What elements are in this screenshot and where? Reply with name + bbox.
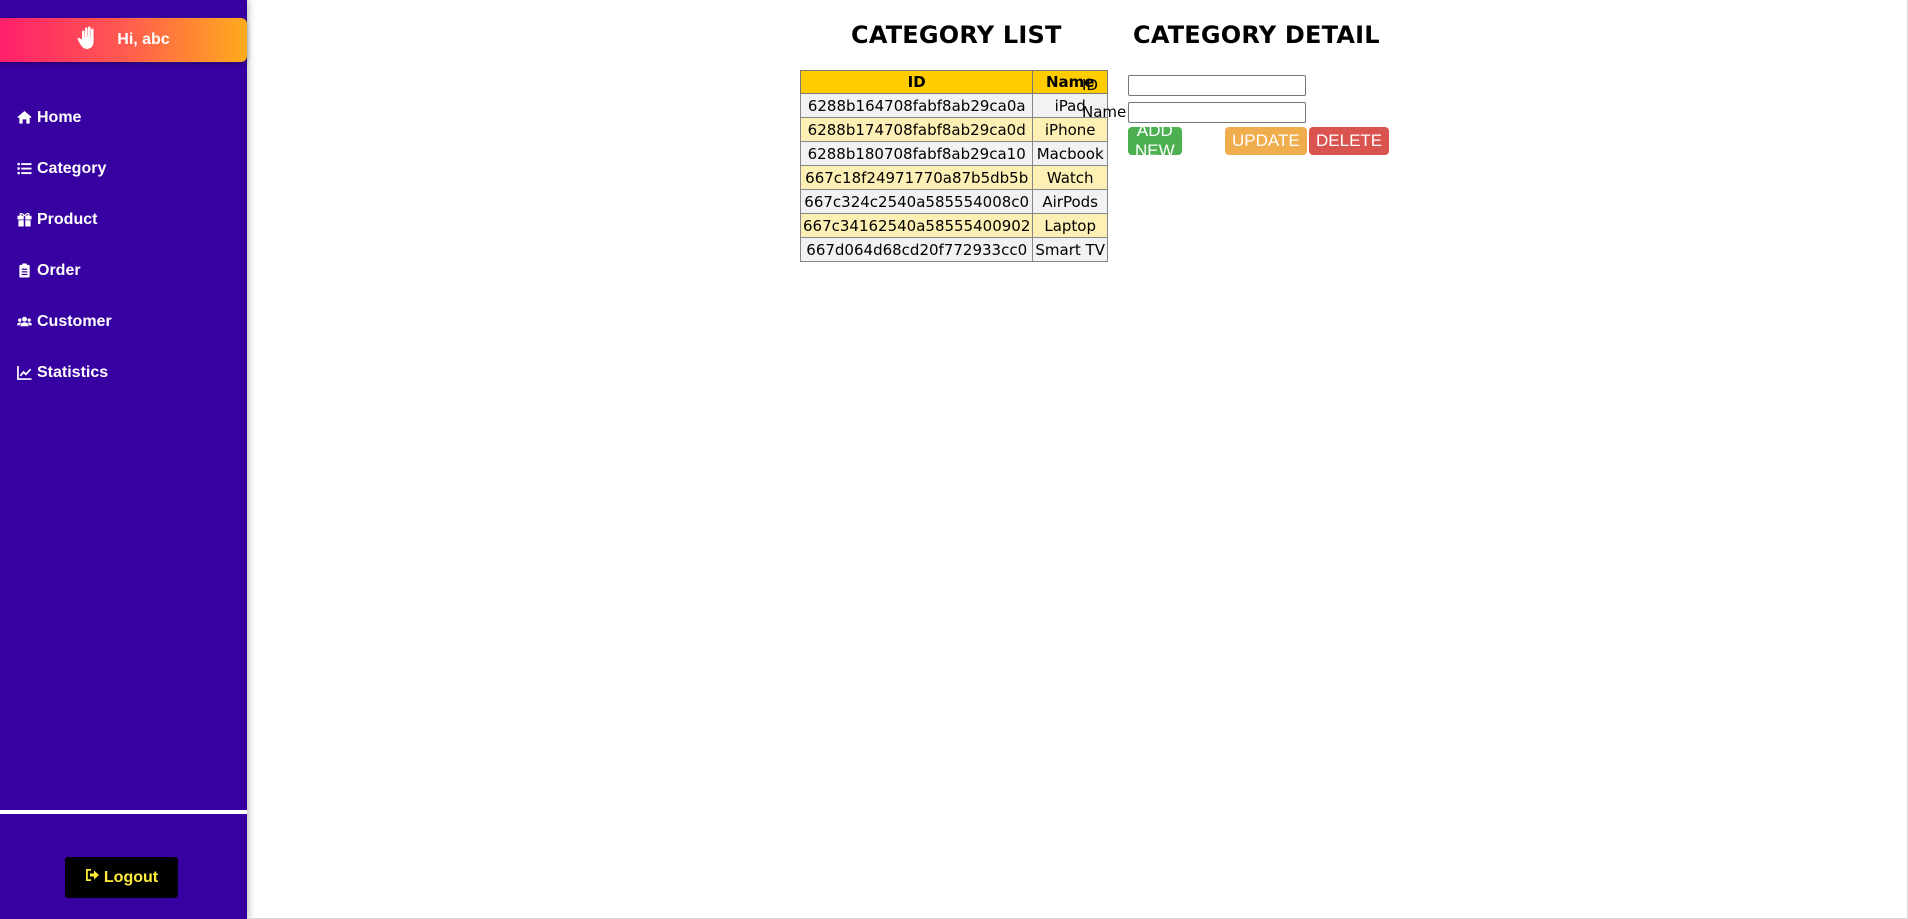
id-row: ID	[1082, 74, 1306, 96]
cell-name: AirPods	[1032, 189, 1108, 214]
sidebar-item-label: Order	[37, 261, 81, 279]
add-new-button[interactable]: ADD NEW	[1128, 121, 1182, 160]
delete-button[interactable]: DELETE	[1309, 127, 1390, 155]
list-icon	[17, 161, 32, 176]
table-row[interactable]: 667c18f24971770a87b5db5b Watch	[799, 165, 1108, 190]
cell-name: Macbook	[1032, 141, 1108, 166]
cell-id: 6288b164708fabf8ab29ca0a	[799, 93, 1034, 118]
sidebar-divider	[0, 810, 247, 814]
clipboard-icon	[17, 263, 32, 278]
sidebar-item-home[interactable]: Home	[0, 92, 247, 143]
hand-icon	[77, 26, 99, 55]
column-header-id: ID	[799, 70, 1034, 94]
table-row[interactable]: 6288b180708fabf8ab29ca10 Macbook	[799, 141, 1108, 166]
sidebar-item-label: Product	[37, 210, 98, 228]
sidebar-item-label: Category	[37, 159, 107, 177]
cell-id: 667d064d68cd20f772933cc0	[799, 237, 1034, 262]
table-header-row: ID Name	[799, 70, 1108, 94]
sidebar-item-product[interactable]: Product	[0, 194, 247, 245]
table-row[interactable]: 6288b174708fabf8ab29ca0d iPhone	[799, 117, 1108, 142]
logout-label: Logout	[103, 868, 159, 886]
name-row: Name	[1082, 101, 1306, 123]
id-label: ID	[1082, 76, 1098, 94]
cell-id: 6288b174708fabf8ab29ca0d	[799, 117, 1034, 142]
cell-id: 667c18f24971770a87b5db5b	[799, 165, 1034, 190]
table-row[interactable]: 667c324c2540a585554008c0 AirPods	[799, 189, 1108, 214]
cell-name: Watch	[1032, 165, 1108, 190]
sidebar-item-label: Statistics	[37, 363, 109, 381]
users-icon	[17, 314, 32, 329]
sidebar: Hi, abc Home Category Product Order Cust…	[0, 0, 247, 919]
cell-name: Smart TV	[1032, 237, 1108, 262]
home-icon	[17, 110, 32, 125]
table-row[interactable]: 667c34162540a58555400902 Laptop	[799, 213, 1108, 238]
gift-icon	[17, 212, 32, 227]
greeting-banner: Hi, abc	[0, 18, 247, 62]
sidebar-item-label: Home	[37, 108, 82, 126]
category-table: ID Name 6288b164708fabf8ab29ca0a iPad 62…	[799, 70, 1108, 262]
category-list-title: CATEGORY LIST	[851, 21, 1062, 49]
table-row[interactable]: 6288b164708fabf8ab29ca0a iPad	[799, 93, 1108, 118]
cell-id: 6288b180708fabf8ab29ca10	[799, 141, 1034, 166]
update-button[interactable]: UPDATE	[1225, 127, 1307, 155]
chart-line-icon	[17, 365, 32, 380]
sign-out-icon	[85, 868, 100, 887]
sidebar-item-category[interactable]: Category	[0, 143, 247, 194]
cell-id: 667c324c2540a585554008c0	[799, 189, 1034, 214]
logout-button[interactable]: Logout	[65, 857, 178, 898]
table-row[interactable]: 667d064d68cd20f772933cc0 Smart TV	[799, 237, 1108, 262]
greeting-text: Hi, abc	[117, 31, 170, 48]
sidebar-item-customer[interactable]: Customer	[0, 296, 247, 347]
name-field[interactable]	[1128, 101, 1306, 123]
sidebar-item-label: Customer	[37, 312, 112, 330]
cell-id: 667c34162540a58555400902	[799, 213, 1034, 238]
sidebar-nav: Home Category Product Order Customer Sta…	[0, 92, 247, 398]
id-field[interactable]	[1128, 74, 1306, 96]
cell-name: Laptop	[1032, 213, 1108, 238]
sidebar-item-statistics[interactable]: Statistics	[0, 347, 247, 398]
sidebar-item-order[interactable]: Order	[0, 245, 247, 296]
name-label: Name	[1082, 103, 1127, 121]
category-detail-title: CATEGORY DETAIL	[1133, 21, 1380, 49]
